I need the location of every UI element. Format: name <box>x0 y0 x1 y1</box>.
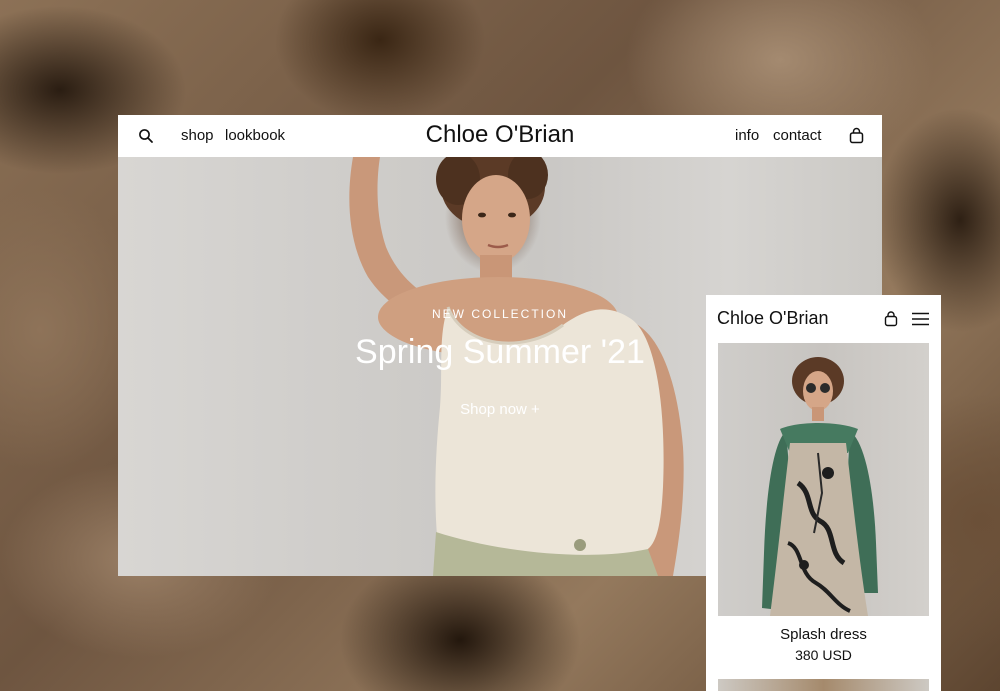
product-price: 380 USD <box>795 647 852 663</box>
mobile-brand-logo[interactable]: Chloe O'Brian <box>717 308 829 329</box>
brand-logo[interactable]: Chloe O'Brian <box>118 121 882 149</box>
mobile-site-window: Chloe O'Brian Splash dress 380 USD <box>706 295 941 691</box>
nav-info-link[interactable]: info <box>735 127 759 144</box>
next-product-photo[interactable] <box>718 679 929 691</box>
nav-contact-link[interactable]: contact <box>773 127 821 144</box>
product-name[interactable]: Splash dress <box>706 626 941 643</box>
desktop-header: shop lookbook Chloe O'Brian info contact <box>118 115 882 157</box>
menu-icon[interactable] <box>912 312 929 326</box>
product-photo[interactable] <box>718 343 929 616</box>
bag-icon[interactable] <box>884 311 898 327</box>
bag-icon[interactable] <box>849 127 864 144</box>
